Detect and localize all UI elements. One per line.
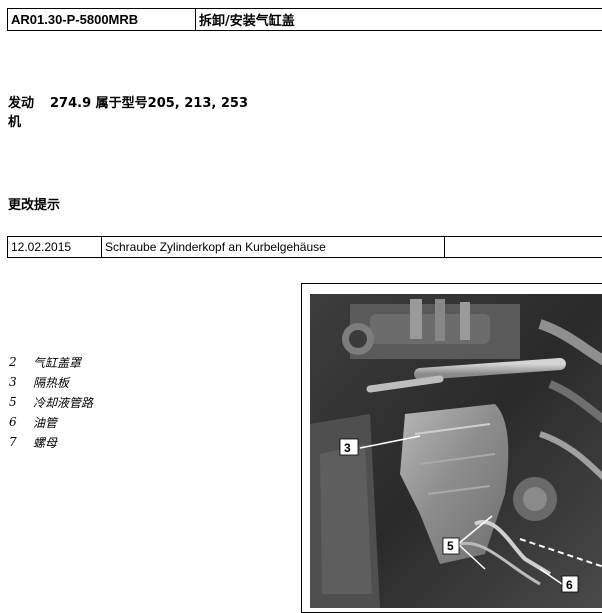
legend-item: 2 气缸盖罩 [9,352,93,372]
legend-item: 7 螺母 [9,432,93,452]
engine-photo: 3 5 6 [310,294,602,608]
legend-item: 5 冷却液管路 [9,392,93,412]
legend-item: 3 隔热板 [9,372,93,392]
engine-info: 发动 274.9 属于型号205, 213, 253 机 [8,94,248,132]
callout-3-label: 3 [344,441,351,455]
change-description: Schraube Zylinderkopf an Kurbelgehäuse [102,237,445,257]
legend-text: 气缸盖罩 [33,355,82,370]
legend-number: 7 [9,435,17,449]
callout-5-label: 5 [447,539,454,553]
parts-legend: 2 气缸盖罩 3 隔热板 5 冷却液管路 6 油管 7 螺母 [9,352,93,452]
engine-label: 发动 [8,96,35,111]
legend-text: 隔热板 [33,375,70,390]
legend-item: 6 油管 [9,412,93,432]
legend-number: 2 [9,355,17,369]
legend-text: 螺母 [33,435,58,450]
document-header-table: AR01.30-P-5800MRB 拆卸/安装气缸盖 [7,8,602,31]
legend-text: 油管 [33,415,58,430]
document-title: 拆卸/安装气缸盖 [199,14,295,29]
callout-6-label: 6 [566,578,573,592]
legend-number: 3 [9,375,17,389]
change-notes-table-row: 12.02.2015 Schraube Zylinderkopf an Kurb… [7,236,602,258]
change-notes-heading: 更改提示 [8,198,61,213]
change-extra [445,237,602,257]
engine-label-continued: 机 [8,115,22,130]
change-date: 12.02.2015 [8,237,102,257]
document-code: AR01.30-P-5800MRB [8,9,196,30]
legend-text: 冷却液管路 [33,395,94,410]
legend-number: 6 [9,415,17,429]
legend-number: 5 [9,395,17,409]
engine-value: 274.9 属于型号205, 213, 253 [50,96,248,111]
engine-photo-figure: 3 5 6 [301,283,602,613]
